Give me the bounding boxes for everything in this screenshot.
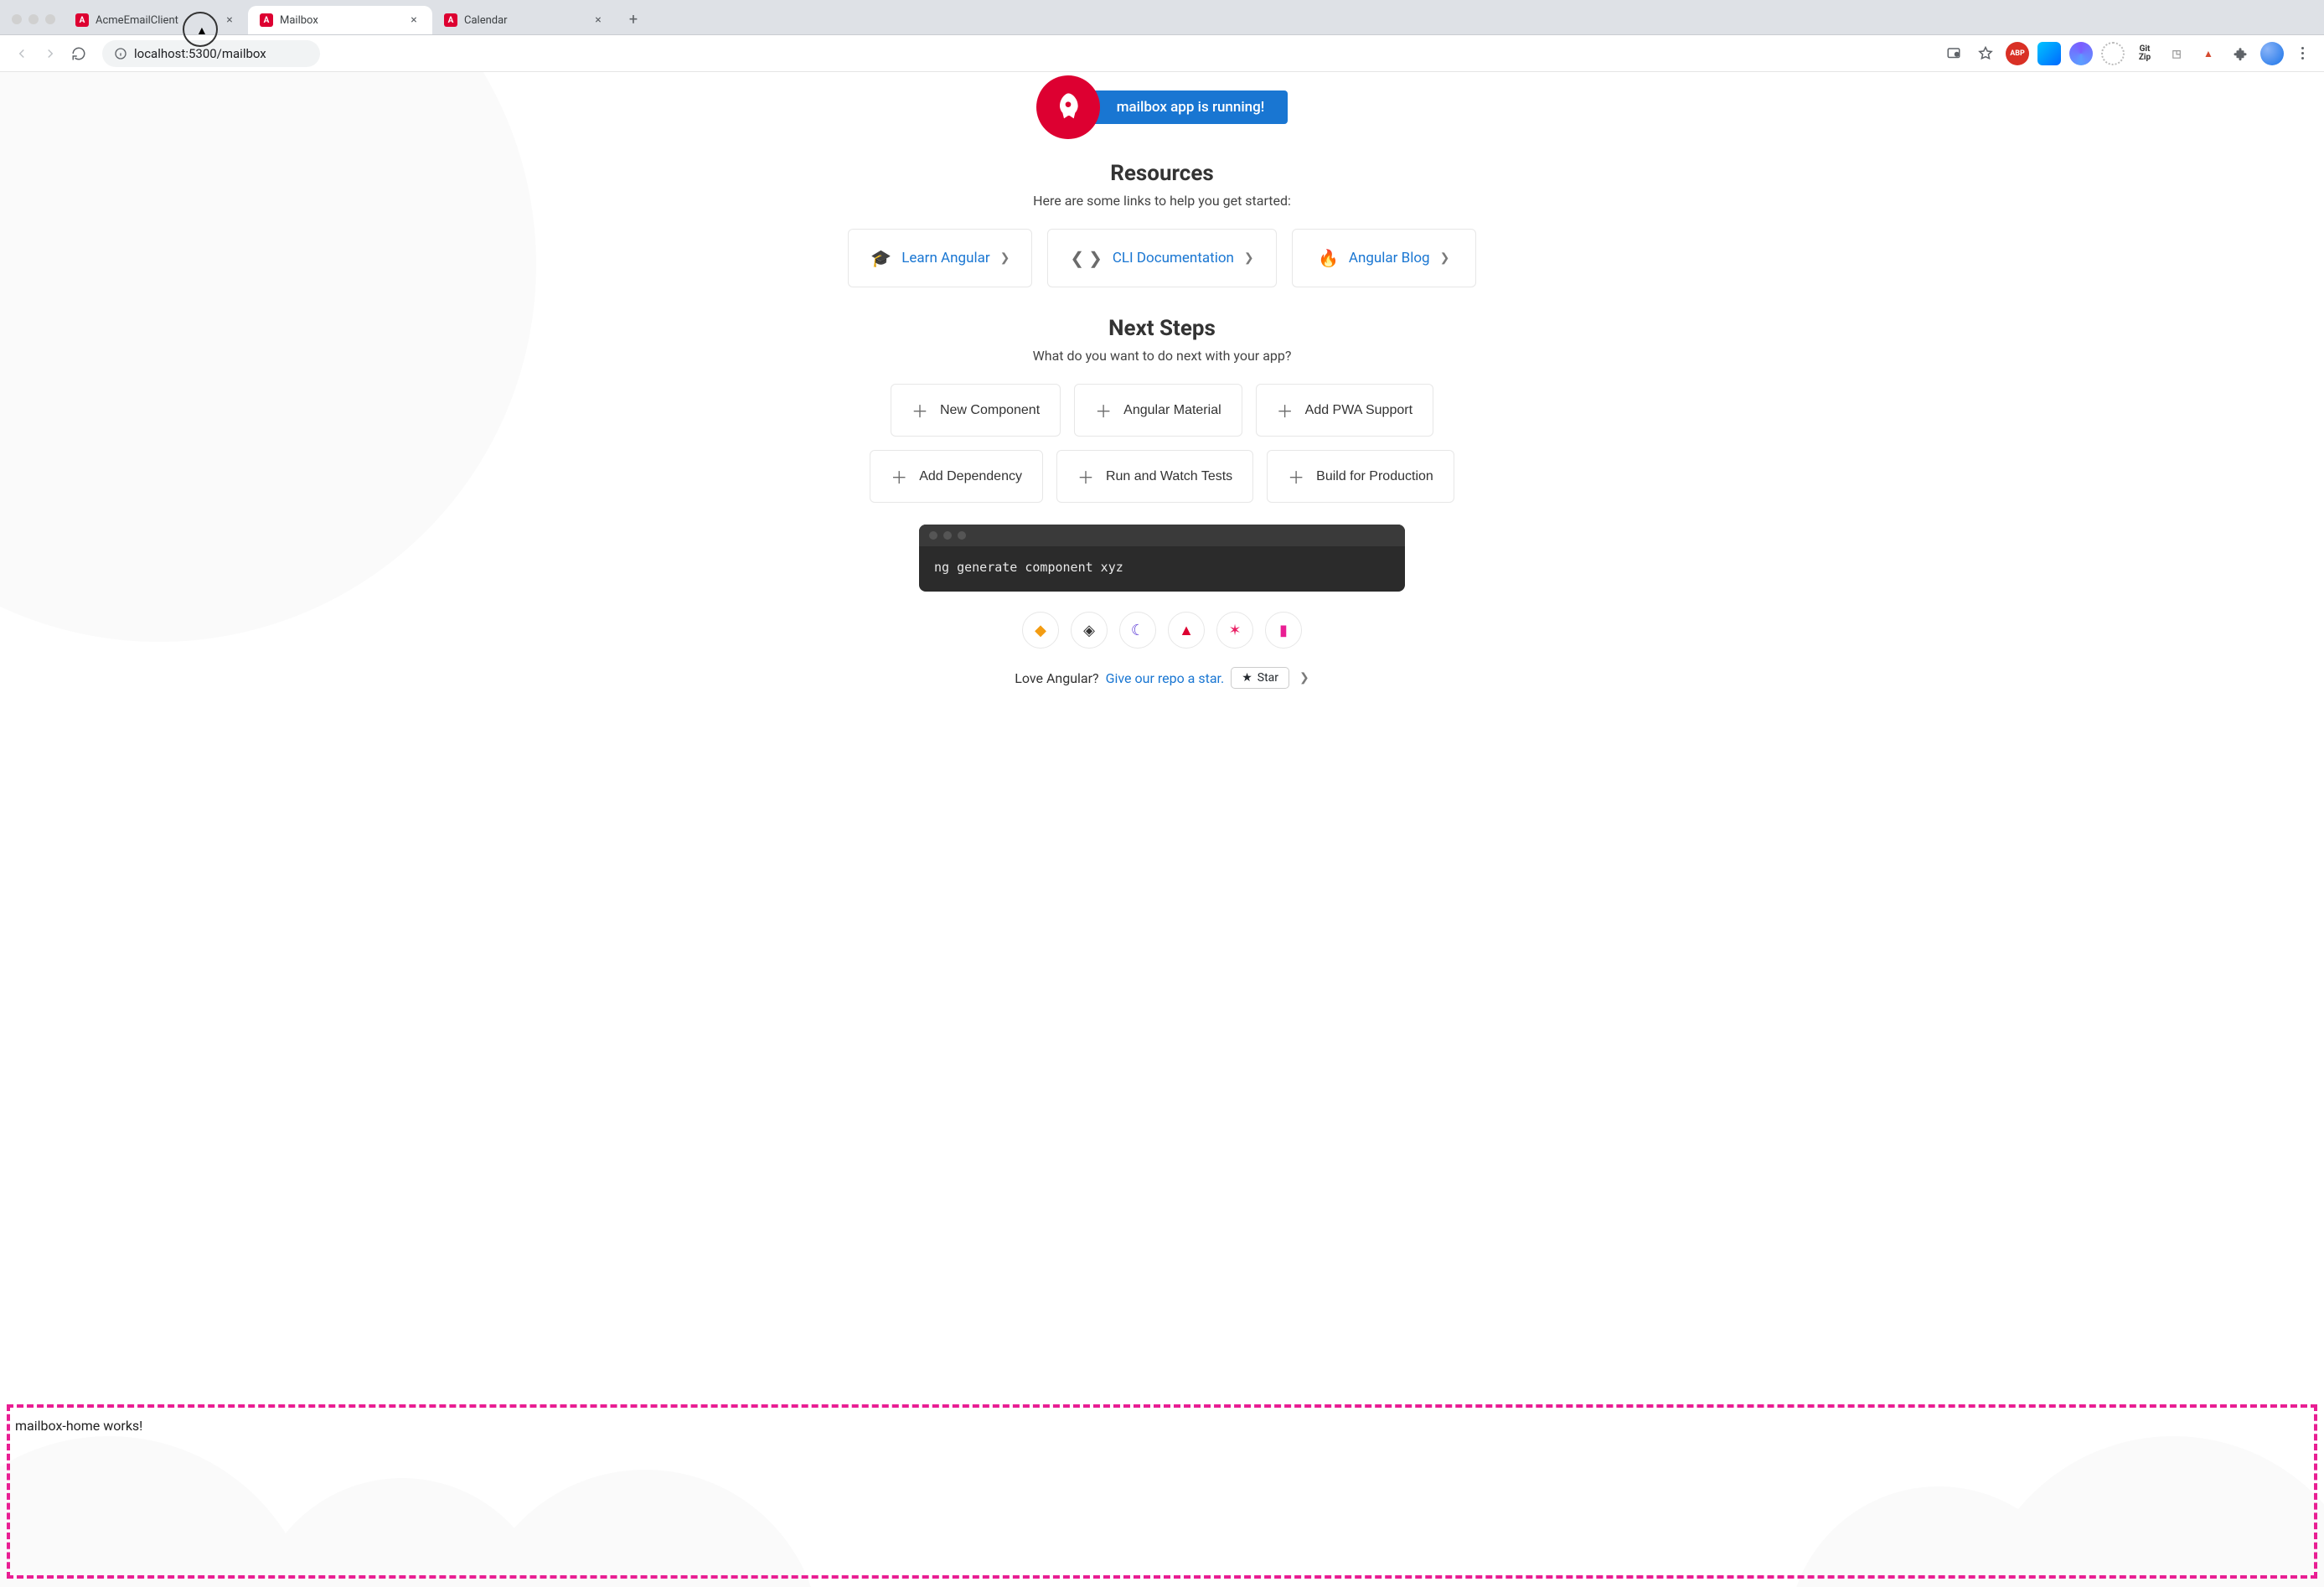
star-icon: ★ (1242, 671, 1252, 685)
terminal-panel: ng generate component xyz (919, 525, 1405, 592)
learn-angular-card[interactable]: 🎓 Learn Angular ❯ (848, 229, 1032, 287)
browser-toolbar: localhost:5300/mailbox ABP Git Zip ◳ ▲ (0, 35, 2324, 72)
terminal-dot-icon (943, 531, 952, 540)
tab-calendar[interactable]: A Calendar × (432, 6, 617, 34)
next-steps-heading: Next Steps (1108, 316, 1216, 341)
angular-favicon-icon: A (444, 13, 457, 27)
give-star-link[interactable]: Give our repo a star. (1106, 670, 1225, 686)
angular-blog-card[interactable]: 🔥 Angular Blog ❯ (1292, 229, 1476, 287)
plus-icon: ＋ (1077, 464, 1094, 489)
browser-tab-strip: A AcmeEmailClient × A Mailbox × A Calend… (0, 0, 2324, 35)
graduation-cap-icon: 🎓 (870, 248, 891, 268)
next-steps-row: ＋ New Component ＋ Angular Material ＋ Add… (810, 384, 1514, 503)
extension-icon[interactable] (2037, 42, 2061, 65)
step-label: Add Dependency (919, 469, 1022, 484)
resources-subtitle: Here are some links to help you get star… (1033, 193, 1291, 209)
new-tab-button[interactable]: + (622, 8, 645, 31)
step-label: Angular Material (1123, 403, 1221, 418)
add-pwa-support-button[interactable]: ＋ Add PWA Support (1256, 384, 1433, 437)
community-link-chip[interactable]: ▮ (1265, 612, 1302, 649)
next-steps-subtitle: What do you want to do next with your ap… (1033, 348, 1292, 364)
community-link-chip[interactable]: ☾ (1119, 612, 1156, 649)
back-button[interactable] (12, 44, 32, 64)
extension-icon[interactable]: ▲ (2197, 42, 2220, 65)
add-dependency-button[interactable]: ＋ Add Dependency (870, 450, 1043, 503)
url-text: localhost:5300/mailbox (134, 46, 266, 61)
card-label: Angular Blog (1349, 250, 1430, 266)
angular-material-button[interactable]: ＋ Angular Material (1074, 384, 1242, 437)
card-label: Learn Angular (901, 250, 989, 266)
code-icon: ❮ ❯ (1070, 248, 1102, 268)
terminal-dot-icon (929, 531, 937, 540)
cli-documentation-card[interactable]: ❮ ❯ CLI Documentation ❯ (1047, 229, 1276, 287)
adblock-extension-icon[interactable]: ABP (2006, 42, 2029, 65)
community-link-chip[interactable]: ▲ (1168, 612, 1205, 649)
plus-icon: ＋ (912, 398, 928, 422)
step-label: New Component (940, 403, 1040, 418)
hero-banner: mailbox app is running! (1036, 75, 1289, 139)
tab-title: Calendar (464, 14, 508, 27)
gitzip-extension-icon[interactable]: Git Zip (2133, 42, 2156, 65)
extension-icon[interactable]: ◳ (2165, 42, 2188, 65)
build-production-button[interactable]: ＋ Build for Production (1267, 450, 1454, 503)
github-star-button[interactable]: ★ Star (1231, 667, 1289, 689)
tab-title: Mailbox (280, 14, 318, 27)
address-bar[interactable]: localhost:5300/mailbox (102, 40, 320, 67)
chevron-right-icon: ❯ (1244, 251, 1254, 265)
window-zoom-icon[interactable] (45, 14, 55, 24)
resource-cards: 🎓 Learn Angular ❯ ❮ ❯ CLI Documentation … (848, 229, 1475, 287)
terminal-header (919, 525, 1405, 546)
window-traffic-lights (7, 14, 64, 34)
terminal-dot-icon (958, 531, 966, 540)
community-link-chip[interactable]: ◈ (1071, 612, 1108, 649)
site-info-icon[interactable] (114, 47, 127, 60)
forward-button[interactable] (40, 44, 60, 64)
angular-favicon-icon: A (260, 13, 273, 27)
tab-close-button[interactable]: × (407, 13, 421, 27)
window-minimize-icon[interactable] (28, 14, 39, 24)
new-component-button[interactable]: ＋ New Component (891, 384, 1061, 437)
plus-icon: ＋ (1288, 464, 1304, 489)
community-link-chip[interactable]: ◆ (1022, 612, 1059, 649)
step-label: Add PWA Support (1305, 403, 1412, 418)
terminal-command: ng generate component xyz (919, 546, 1405, 592)
extension-icon[interactable] (2101, 42, 2125, 65)
card-label: CLI Documentation (1113, 250, 1234, 266)
chrome-menu-button[interactable] (2292, 47, 2312, 59)
router-outlet-placeholder: mailbox-home works! (7, 1404, 2317, 1579)
app-running-banner: mailbox app is running! (1080, 90, 1289, 124)
flame-icon: 🔥 (1318, 248, 1339, 268)
tab-acme-email-client[interactable]: A AcmeEmailClient × (64, 6, 248, 34)
chevron-right-icon: ❯ (1000, 251, 1010, 265)
tab-close-button[interactable]: × (223, 13, 236, 27)
install-pwa-icon[interactable] (1942, 42, 1965, 65)
chevron-right-icon: ❯ (1299, 671, 1309, 685)
extension-icon[interactable] (2069, 42, 2093, 65)
plus-icon: ＋ (1095, 398, 1112, 422)
profile-avatar[interactable] (2260, 42, 2284, 65)
router-outlet-text: mailbox-home works! (15, 1418, 142, 1434)
tab-title: AcmeEmailClient (96, 14, 178, 27)
reload-button[interactable] (69, 44, 89, 64)
step-label: Build for Production (1316, 469, 1433, 484)
bookmark-star-icon[interactable] (1974, 42, 1997, 65)
run-tests-button[interactable]: ＋ Run and Watch Tests (1056, 450, 1253, 503)
chevron-right-icon: ❯ (1440, 251, 1450, 265)
resources-heading: Resources (1110, 161, 1214, 186)
love-prefix: Love Angular? (1015, 670, 1098, 686)
love-angular-row: Love Angular? Give our repo a star. ★ St… (1015, 667, 1309, 689)
plus-icon: ＋ (891, 464, 907, 489)
plus-icon: ＋ (1277, 398, 1294, 422)
page-viewport: mailbox app is running! Resources Here a… (0, 72, 2324, 1587)
tab-close-button[interactable]: × (591, 13, 605, 27)
rocket-icon (1036, 75, 1100, 139)
angular-favicon-icon: A (75, 13, 89, 27)
window-close-icon[interactable] (12, 14, 22, 24)
extensions-menu-icon[interactable] (2228, 42, 2252, 65)
community-link-chip[interactable]: ✶ (1216, 612, 1253, 649)
star-label: Star (1258, 671, 1278, 685)
step-label: Run and Watch Tests (1106, 469, 1232, 484)
tab-mailbox[interactable]: A Mailbox × (248, 6, 432, 34)
community-chips: ◆ ◈ ☾ ▲ ✶ ▮ (1022, 612, 1302, 649)
